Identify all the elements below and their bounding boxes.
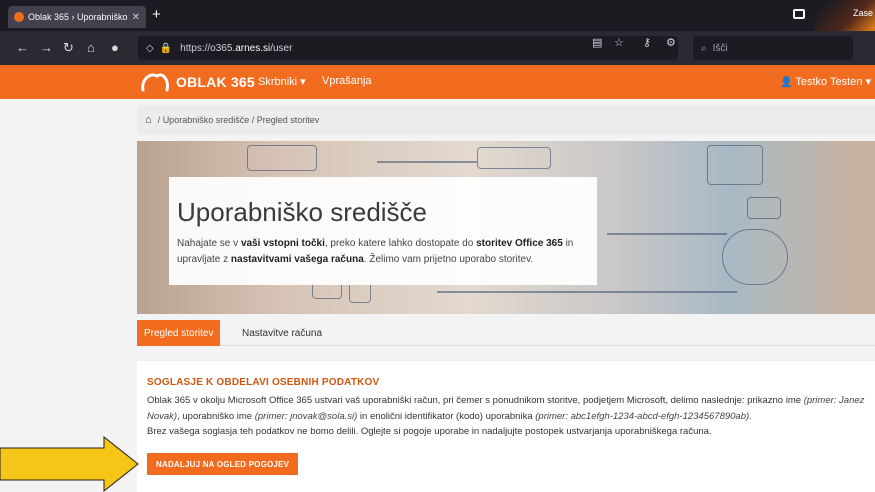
search-input[interactable]: ⌕ Išči [693, 36, 853, 60]
browser-tab-bar: Oblak 365 › Uporabniško središ ✕ + Zase [0, 0, 875, 65]
forward-arrow-icon[interactable]: → [40, 40, 53, 55]
url-path: /user [270, 42, 293, 54]
consent-panel: SOGLASJE K OBDELAVI OSEBNIH PODATKOV Obl… [137, 360, 875, 492]
page-tabs: Pregled storitev Nastavitve računa [137, 320, 875, 346]
breadcrumb-sep: / [251, 115, 255, 125]
close-tab-icon[interactable]: ✕ [132, 12, 140, 23]
extension-icon[interactable]: ● [111, 40, 119, 55]
hero-lock-shield [722, 229, 788, 285]
breadcrumb: ⌂ / Uporabniško središče / Pregled stori… [137, 105, 875, 135]
browser-nav-bar: ← → ↻ ⌂ ● ◇ 🔒 https://o365. arnes.si/user… [0, 31, 875, 65]
hero-decor-box [707, 145, 763, 185]
hero-banner: Uporabniško središče Nahajate se v vaši … [137, 141, 875, 314]
new-tab-button[interactable]: + [152, 6, 161, 23]
key-icon[interactable]: ⚷ [643, 36, 657, 50]
home-icon[interactable]: ⌂ [145, 114, 152, 126]
back-arrow-icon[interactable]: ← [16, 40, 29, 55]
hero-decor-box [747, 197, 781, 219]
tab-pregled-storitev[interactable]: Pregled storitev [137, 320, 221, 346]
user-icon: 👤 [780, 77, 793, 88]
hero-decor-box [477, 147, 551, 169]
settings-gear-icon[interactable]: ⚙ [666, 36, 680, 50]
search-placeholder: Išči [712, 42, 728, 54]
hero-card: Uporabniško središče Nahajate se v vaši … [169, 177, 597, 285]
url-prefix: https://o365. [180, 42, 236, 54]
lock-icon: 🔒 [159, 42, 173, 54]
menu-vprasanja[interactable]: Vprašanja [322, 75, 372, 87]
oblak-favicon-icon [14, 12, 24, 22]
user-name: Testko Testen ▾ [795, 76, 871, 88]
hero-decor-line [607, 233, 727, 235]
continue-to-terms-button[interactable]: NADALJUJ NA OGLED POGOJEV [147, 453, 299, 475]
breadcrumb-item-uporabnisko-sredisce[interactable]: Uporabniško središče [163, 115, 250, 125]
cloud-logo-icon[interactable] [140, 70, 170, 94]
url-host: arnes.si [235, 42, 271, 54]
consent-title: SOGLASJE K OBDELAVI OSEBNIH PODATKOV [147, 377, 380, 388]
hero-title: Uporabniško središče [177, 197, 428, 227]
user-menu[interactable]: 👤 Testko Testen ▾ [780, 75, 871, 88]
reload-icon[interactable]: ↻ [63, 40, 74, 56]
site-logo-text[interactable]: OBLAK 365 [176, 74, 255, 90]
window-corner-label: Zase [852, 8, 873, 18]
search-icon: ⌕ [701, 42, 707, 54]
yellow-arrow-annotation-icon [0, 436, 139, 492]
hero-decor-line [377, 161, 477, 163]
window-list-icon[interactable] [793, 9, 805, 19]
breadcrumb-item-pregled-storitev: Pregled storitev [256, 115, 320, 125]
home-browser-icon[interactable]: ⌂ [87, 40, 95, 55]
breadcrumb-sep: / [157, 115, 161, 125]
site-header: OBLAK 365 Skrbniki ▾ Vprašanja 👤 Testko … [0, 65, 875, 99]
browser-tab-title: Oblak 365 › Uporabniško središ [28, 12, 128, 22]
hero-decor-line [437, 291, 737, 293]
consent-text: Oblak 365 v okolju Microsoft Office 365 … [147, 395, 865, 438]
browser-tab[interactable]: Oblak 365 › Uporabniško središ ✕ [8, 6, 146, 28]
reader-view-icon[interactable]: ▤ [592, 36, 606, 50]
hero-text: Nahajate se v vaši vstopni točki, preko … [177, 238, 574, 265]
shield-icon: ◇ [146, 42, 154, 54]
hero-decor-box [247, 145, 317, 171]
tab-nastavitve-racuna[interactable]: Nastavitve računa [235, 320, 329, 346]
bookmark-star-icon[interactable]: ☆ [614, 36, 628, 50]
menu-skrbniki[interactable]: Skrbniki ▾ [258, 75, 306, 88]
